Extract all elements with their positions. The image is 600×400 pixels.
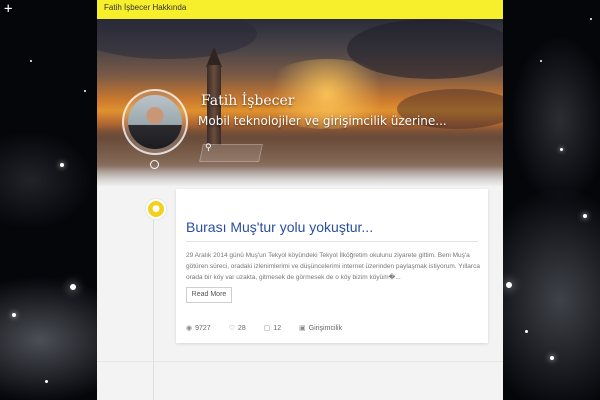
avatar[interactable]: [122, 89, 188, 155]
post-card: Burası Muş'tur yolu yokuştur... 29 Aralı…: [176, 189, 488, 343]
likes-count: 28: [237, 325, 246, 332]
post-excerpt: 29 Aralık 2014 günü Muş'un Tekyol köyünd…: [186, 252, 480, 281]
site-title[interactable]: Fatih İşbecer: [201, 93, 294, 109]
cloud: [97, 19, 257, 59]
star: [560, 148, 563, 151]
star: [30, 60, 32, 62]
eye-icon: ◉: [186, 325, 193, 332]
star: [540, 60, 542, 62]
star: [506, 282, 512, 288]
main-column: Fatih İşbecer Hakkında Fatih İşbecer Mob…: [97, 0, 503, 400]
star: [550, 356, 554, 360]
read-more-button[interactable]: Read More: [186, 287, 232, 303]
comments-count: 12: [273, 325, 282, 332]
timeline-line: [153, 200, 154, 400]
about-link[interactable]: Fatih İşbecer Hakkında: [104, 3, 186, 12]
star: [84, 90, 86, 92]
star: [45, 380, 48, 383]
top-bar: Fatih İşbecer Hakkında: [97, 0, 503, 19]
heart-icon: ♡: [228, 325, 235, 332]
post-meta: ◉ 9727 ♡ 28 ▢ 12 ▣ Girişimcilik: [186, 324, 358, 332]
likes-meta[interactable]: ♡ 28: [229, 325, 254, 332]
banner-fade: [97, 166, 503, 186]
comment-icon: ▢: [263, 325, 271, 332]
cloud: [347, 19, 503, 79]
star: [60, 163, 64, 167]
galata-tower-roof: [206, 47, 222, 67]
star: [583, 214, 587, 218]
star: [70, 284, 76, 290]
divider: [97, 361, 503, 362]
comments-meta[interactable]: ▢ 12: [264, 325, 289, 332]
star: [12, 313, 16, 317]
header-banner: Fatih İşbecer Mobil teknolojiler ve giri…: [97, 19, 503, 186]
pin-icon: ●: [146, 199, 166, 219]
category-meta[interactable]: ▣ Girişimcilik: [299, 325, 350, 332]
views-meta: ◉ 9727: [186, 325, 219, 332]
star: [590, 18, 592, 20]
site-tagline: Mobil teknolojiler ve girişimcilik üzeri…: [198, 114, 447, 128]
avatar-status-dot: [150, 160, 159, 169]
star: [525, 330, 528, 333]
divider: [186, 241, 478, 242]
post-title[interactable]: Burası Muş'tur yolu yokuştur...: [186, 219, 373, 235]
search-icon[interactable]: ⚲: [205, 143, 212, 153]
views-count: 9727: [195, 325, 211, 332]
avatar-photo: [128, 95, 182, 149]
category-link[interactable]: Girişimcilik: [309, 325, 342, 332]
folder-icon: ▣: [299, 325, 306, 332]
plus-icon[interactable]: +: [4, 2, 12, 16]
